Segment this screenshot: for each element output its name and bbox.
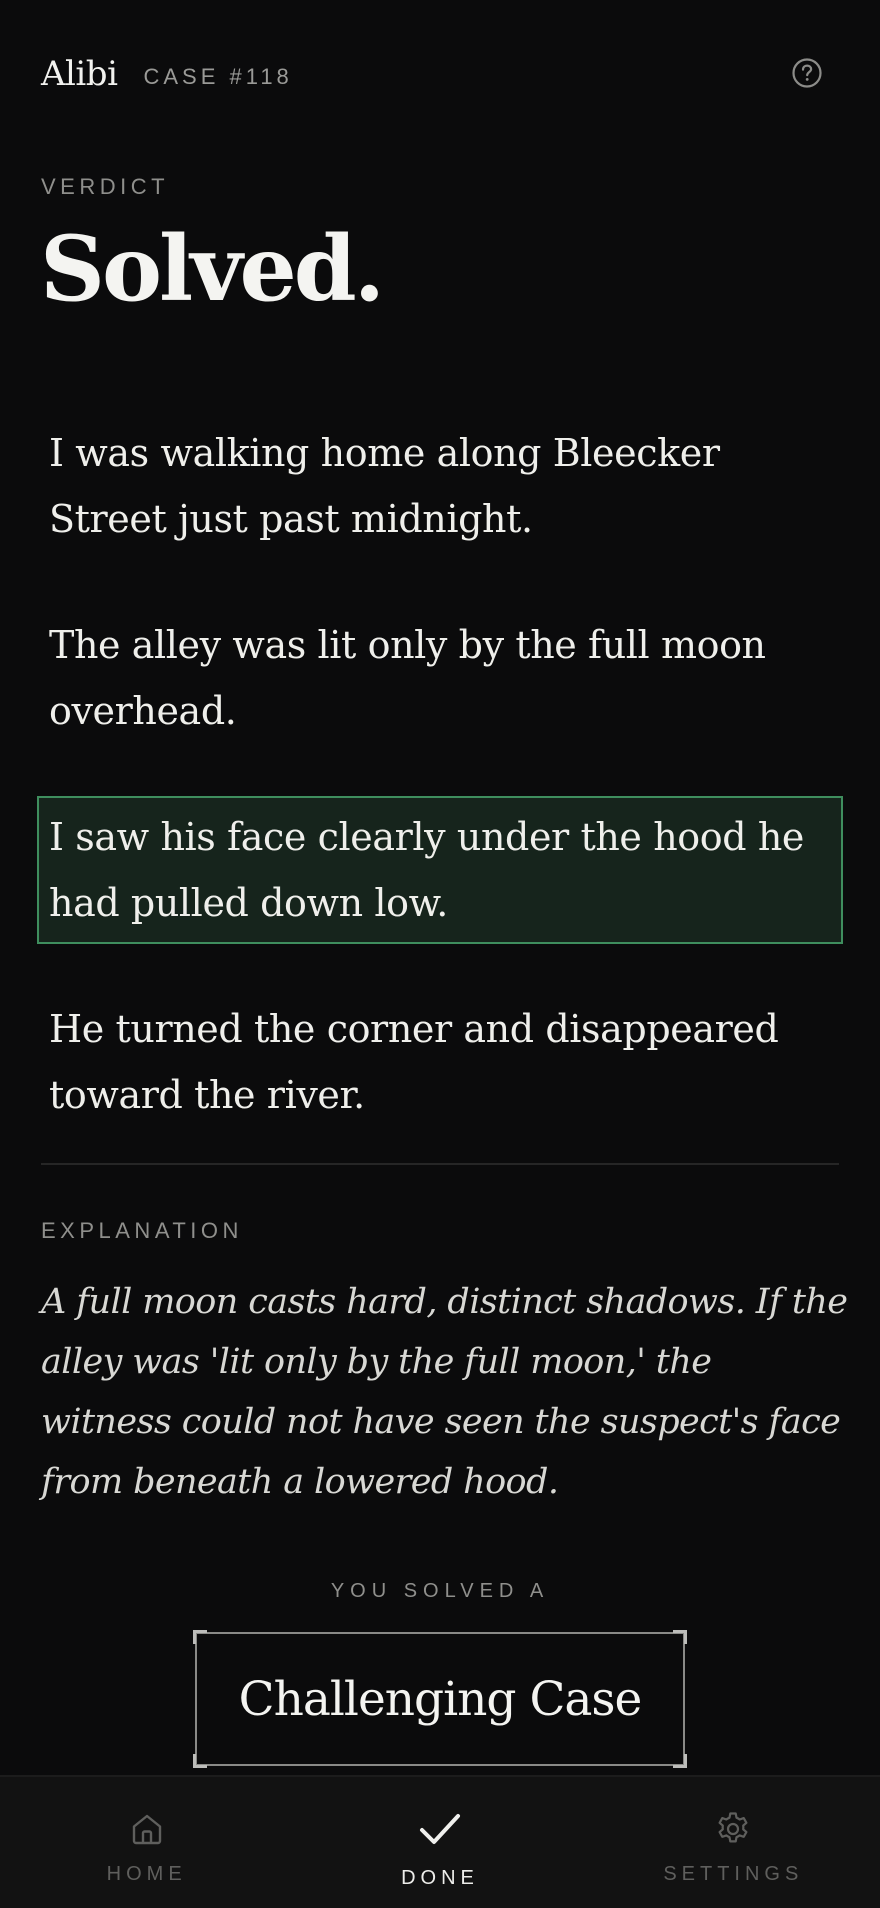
statement-3-contradiction[interactable]: I saw his face clearly under the hood he…: [37, 796, 843, 944]
tab-home-label: HOME: [106, 1863, 187, 1885]
question-circle-icon[interactable]: [790, 56, 824, 90]
badge-corner: [673, 1630, 687, 1644]
home-icon: [125, 1807, 169, 1851]
tab-done[interactable]: DONE: [293, 1777, 586, 1908]
section-divider: [41, 1163, 839, 1165]
statement-list: I was walking home along Bleecker Street…: [37, 412, 843, 1180]
statement-1[interactable]: I was walking home along Bleecker Street…: [37, 412, 843, 560]
badge-corner: [193, 1754, 207, 1768]
statement-4[interactable]: He turned the corner and disappeared tow…: [37, 988, 843, 1136]
verdict-label: VERDICT: [41, 174, 170, 199]
explanation-text: A full moon casts hard, distinct shadows…: [41, 1282, 848, 1502]
tab-done-label: DONE: [401, 1867, 479, 1889]
badge-corner: [193, 1630, 207, 1644]
badge-corner: [673, 1754, 687, 1768]
difficulty-label: Challenging Case: [238, 1671, 643, 1727]
checkmark-icon: [418, 1807, 462, 1851]
difficulty-badge: Challenging Case: [193, 1630, 687, 1768]
app-header: Alibi CASE #118: [41, 48, 839, 100]
gear-icon: [711, 1807, 755, 1851]
statement-2[interactable]: The alley was lit only by the full moon …: [37, 604, 843, 752]
case-number: CASE #118: [143, 64, 293, 89]
tab-settings-label: SETTINGS: [663, 1863, 804, 1885]
tab-settings[interactable]: SETTINGS: [587, 1777, 880, 1908]
app-title: Alibi: [41, 54, 118, 94]
solved-caption: YOU SOLVED A: [330, 1580, 550, 1602]
tab-home[interactable]: HOME: [0, 1777, 293, 1908]
explanation-label: EXPLANATION: [41, 1218, 243, 1243]
verdict-title: Solved.: [40, 216, 385, 322]
bottom-tab-bar: HOME DONE SETTINGS: [0, 1775, 880, 1908]
